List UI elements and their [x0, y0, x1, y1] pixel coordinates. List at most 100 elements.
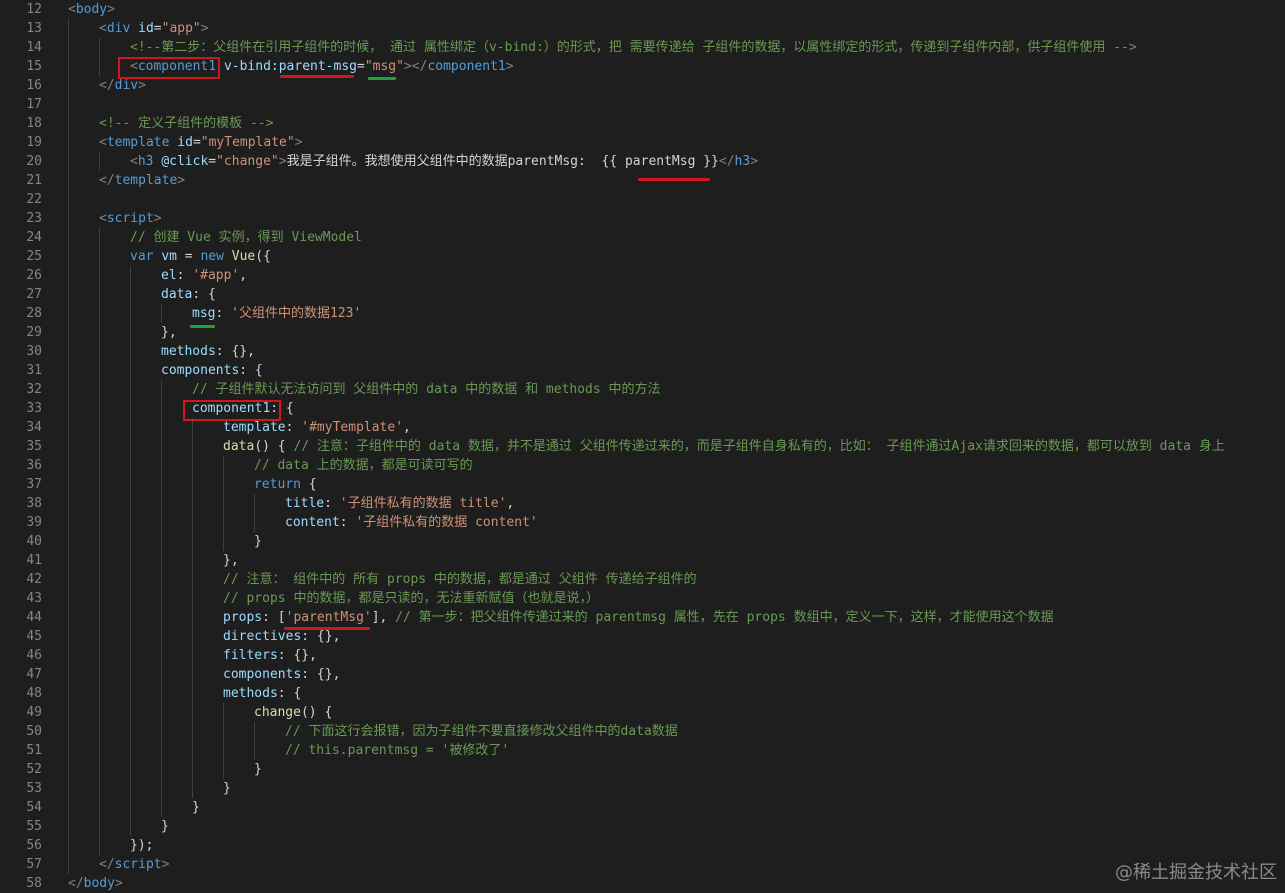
code-line[interactable]: 45 directives: {},	[0, 627, 1285, 646]
indent-guide	[130, 380, 131, 399]
code-line[interactable]: 12 <body>	[0, 0, 1285, 19]
line-text: </template>	[99, 171, 185, 190]
code-token: // 创建 Vue 实例，得到 ViewModel	[130, 230, 362, 245]
code-token: components	[161, 363, 240, 378]
code-line[interactable]: 46 filters: {},	[0, 646, 1285, 665]
code-line[interactable]: 35 data() { // 注意：子组件中的 data 数据，并不是通过 父组件…	[0, 437, 1285, 456]
code-line[interactable]: 27 data: {	[0, 285, 1285, 304]
line-number: 16	[26, 78, 42, 93]
code-line[interactable]: 44 props: ['parentMsg'], // 第一步：把父组件传递过来的…	[0, 608, 1285, 627]
code-token: content	[285, 515, 340, 530]
code-line[interactable]: 28 msg: '父组件中的数据123'	[0, 304, 1285, 323]
indent-guide	[130, 589, 131, 608]
line-number: 18	[26, 116, 42, 131]
code-line[interactable]: 30 methods: {},	[0, 342, 1285, 361]
indent-guide	[99, 551, 100, 570]
code-token: >	[177, 173, 186, 188]
code-token: return	[254, 477, 301, 492]
line-number: 31	[26, 363, 42, 378]
code-line[interactable]: 20 <h3 @click="change">我是子组件。我想使用父组件中的数据p…	[0, 152, 1285, 171]
indent-guide	[161, 304, 162, 323]
indent-guide	[130, 817, 131, 836]
code-line[interactable]: 13 <div id="app">	[0, 19, 1285, 38]
code-line[interactable]: 41},	[0, 551, 1285, 570]
line-text: <!--第二步：父组件在引用子组件的时候， 通过 属性绑定（v-bind:）的形…	[130, 38, 1137, 57]
indent-guide	[192, 646, 193, 665]
indent-guide	[68, 494, 69, 513]
code-line[interactable]: 17	[0, 95, 1285, 114]
code-editor[interactable]: 12 <body> 13 <div id="app"> 14 <!--第二步：父组件在引用…	[0, 0, 1285, 892]
code-token: template	[106, 135, 178, 150]
code-line[interactable]: 40}	[0, 532, 1285, 551]
indent-guide	[99, 779, 100, 798]
code-line[interactable]: 22	[0, 190, 1285, 209]
line-number: 53	[26, 781, 42, 796]
indent-guide	[68, 19, 69, 38]
code-line[interactable]: 54}	[0, 798, 1285, 817]
line-text: },	[223, 551, 239, 570]
code-line[interactable]: 14 <!--第二步：父组件在引用子组件的时候， 通过 属性绑定（v-bind:）…	[0, 38, 1285, 57]
line-number: 32	[26, 382, 42, 397]
code-line[interactable]: 37 return {	[0, 475, 1285, 494]
code-line[interactable]: 24 // 创建 Vue 实例，得到 ViewModel	[0, 228, 1285, 247]
indent-guide	[192, 684, 193, 703]
indent-guide	[192, 456, 193, 475]
code-line[interactable]: 18 <!-- 定义子组件的模板 -->	[0, 114, 1285, 133]
code-token: "msg"	[364, 59, 404, 74]
indent-guide	[130, 741, 131, 760]
indent-guide	[161, 760, 162, 779]
code-line[interactable]: 51 // this.parentmsg = '被修改了'	[0, 741, 1285, 760]
line-text: <!-- 定义子组件的模板 -->	[99, 114, 273, 133]
indent-guide	[99, 665, 100, 684]
code-line[interactable]: 53}	[0, 779, 1285, 798]
code-token: =	[153, 21, 162, 36]
code-line[interactable]: 48 methods: {	[0, 684, 1285, 703]
indent-guide	[99, 798, 100, 817]
code-line[interactable]: 43 // props 中的数据，都是只读的，无法重新赋值（也就是说，）	[0, 589, 1285, 608]
code-line[interactable]: 47 components: {},	[0, 665, 1285, 684]
code-line[interactable]: 26 el: '#app',	[0, 266, 1285, 285]
indent-guide	[130, 722, 131, 741]
code-line[interactable]: 25 var vm = new Vue({	[0, 247, 1285, 266]
code-token: <!-- 定义子组件的模板 -->	[99, 116, 274, 131]
code-line[interactable]: 58 </body>	[0, 874, 1285, 893]
code-token: script	[114, 857, 162, 872]
line-number: 13	[26, 21, 42, 36]
indent-guide	[99, 532, 100, 551]
indent-guide	[68, 228, 69, 247]
indent-guide	[223, 456, 224, 475]
indent-guide	[68, 836, 69, 855]
code-line[interactable]: 39 content: '子组件私有的数据 content'	[0, 513, 1285, 532]
code-line[interactable]: 57 </script>	[0, 855, 1285, 874]
code-line[interactable]: 36 // data 上的数据，都是可读可写的	[0, 456, 1285, 475]
code-line[interactable]: 31 components: {	[0, 361, 1285, 380]
code-token: {	[300, 477, 317, 492]
code-token: </	[99, 857, 115, 872]
indent-guide	[68, 323, 69, 342]
code-line[interactable]: 38 title: '子组件私有的数据 title',	[0, 494, 1285, 513]
line-number: 52	[26, 762, 42, 777]
indent-guide	[68, 703, 69, 722]
code-line[interactable]: 55}	[0, 817, 1285, 836]
code-line[interactable]: 32 // 子组件默认无法访问到 父组件中的 data 中的数据 和 method…	[0, 380, 1285, 399]
code-token: msg	[192, 306, 216, 321]
code-line[interactable]: 42 // 注意： 组件中的 所有 props 中的数据，都是通过 父组件 传递给…	[0, 570, 1285, 589]
code-line[interactable]: 52}	[0, 760, 1285, 779]
indent-guide	[254, 722, 255, 741]
line-text: // props 中的数据，都是只读的，无法重新赋值（也就是说，）	[223, 589, 599, 608]
line-text: methods: {},	[161, 342, 255, 361]
code-token: v-bind:parent-msg	[223, 59, 357, 74]
code-line[interactable]: 56});	[0, 836, 1285, 855]
code-line[interactable]: 49 change() {	[0, 703, 1285, 722]
line-text: </script>	[99, 855, 169, 874]
code-line[interactable]: 23 <script>	[0, 209, 1285, 228]
code-line[interactable]: 50 // 下面这行会报错，因为子组件不要直接修改父组件中的data数据	[0, 722, 1285, 741]
code-line[interactable]: 19 <template id="myTemplate">	[0, 133, 1285, 152]
code-token: // 注意： 组件中的 所有 props 中的数据，都是通过 父组件 传递给子组…	[223, 572, 697, 587]
indent-guide	[68, 646, 69, 665]
indent-guide	[68, 76, 69, 95]
code-token: components	[223, 667, 302, 682]
line-number: 15	[26, 59, 42, 74]
indent-guide	[192, 703, 193, 722]
indent-guide	[192, 741, 193, 760]
